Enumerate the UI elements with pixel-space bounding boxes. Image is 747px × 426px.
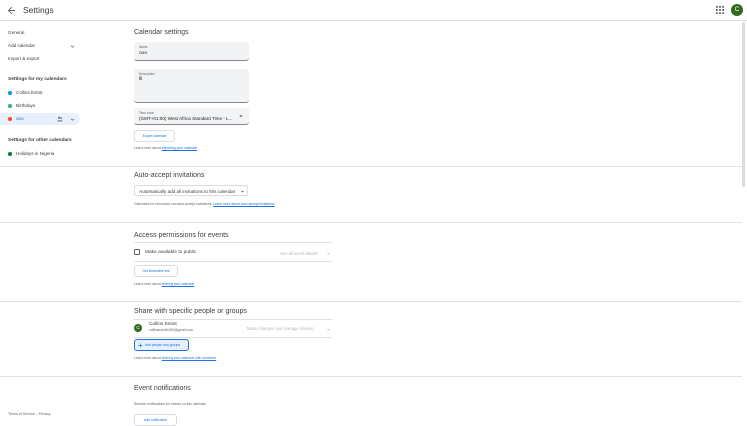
my-calendars-heading: Settings for my calendars — [8, 77, 67, 82]
share-learn-link[interactable]: sharing your calendar with someone — [162, 356, 216, 360]
sidebar-item-add-calendar[interactable]: Add calendar — [8, 43, 35, 48]
export-calendar-button[interactable]: Export calendar — [134, 130, 175, 142]
people-sharing-icon — [57, 116, 63, 122]
apps-grid-icon[interactable] — [716, 6, 724, 14]
description-field-label: Description — [139, 72, 155, 76]
calendar-name: ooo — [16, 116, 24, 121]
calendar-name: Birthdays — [16, 103, 36, 108]
export-learn-link[interactable]: exporting your calendar — [162, 146, 197, 150]
row-divider — [134, 319, 332, 320]
row-divider — [134, 261, 332, 262]
export-learn-more: Learn more about exporting your calendar — [134, 146, 197, 150]
access-learn-more: Learn more about sharing your calendar — [134, 282, 194, 286]
calendar-name: Holidays in Nigeria — [16, 151, 55, 156]
page-title: Settings — [23, 5, 54, 15]
person-avatar: C — [134, 324, 142, 332]
name-field-label: Name — [139, 45, 148, 49]
calendar-color-dot — [8, 91, 12, 95]
get-shareable-link-button[interactable]: Get shareable link — [134, 265, 178, 277]
learn-more-prefix: Learn more about — [134, 282, 162, 286]
page-scrollbar[interactable] — [742, 22, 745, 187]
name-field[interactable]: Name ooo — [134, 42, 249, 61]
timezone-value: (GMT+01:00) West Africa Standard Time - … — [139, 115, 233, 121]
person-name: Collins Estiot — [149, 322, 177, 327]
sidebar-item-general[interactable]: General — [8, 30, 24, 35]
other-calendars-heading: Settings for other calendars — [8, 138, 72, 143]
learn-more-prefix: Learn more about — [134, 146, 162, 150]
person-email: collinsestiot0150@gmail.com — [149, 328, 193, 332]
settings-sidebar: General Add calendar Import & export Set… — [0, 22, 125, 420]
dropdown-arrow-icon — [327, 328, 330, 330]
sidebar-calendar-collins-estiot[interactable]: Collins Estiot — [0, 87, 80, 99]
sidebar-item-import-export[interactable]: Import & export — [8, 56, 39, 61]
share-learn-more: Learn more about sharing your calendar w… — [134, 356, 216, 360]
back-arrow-icon[interactable] — [6, 5, 17, 16]
dropdown-arrow-icon — [241, 190, 244, 192]
auto-accept-value: Automatically add all invitations to thi… — [139, 188, 236, 194]
dropdown-arrow-icon — [327, 253, 330, 255]
add-notification-label: Add notification — [143, 418, 168, 422]
add-people-label: Add people and groups — [145, 343, 181, 347]
row-divider — [134, 242, 332, 243]
footer-links[interactable]: Terms of Service – Privacy — [8, 412, 51, 416]
sidebar-calendar-holidays-nigeria[interactable]: Holidays in Nigeria — [0, 148, 80, 160]
description-field[interactable]: Description lll — [134, 69, 249, 103]
learn-more-prefix: Learn more about — [134, 356, 162, 360]
dropdown-arrow-icon — [239, 115, 243, 118]
event-notifications-title: Event notifications — [134, 385, 191, 392]
add-people-button[interactable]: Add people and groups — [134, 339, 189, 351]
chevron-down-icon[interactable] — [70, 44, 75, 49]
make-public-label: Make available to public — [145, 250, 197, 255]
row-divider — [134, 337, 332, 338]
add-notification-button[interactable]: Add notification — [134, 414, 177, 426]
timezone-select[interactable]: Time zone (GMT+01:00) West Africa Standa… — [134, 108, 249, 125]
auto-accept-learn-link[interactable]: Learn more about auto-accept invitations — [213, 202, 274, 206]
description-field-value: lll — [139, 77, 143, 82]
section-divider — [0, 166, 742, 167]
event-notifications-subtitle: Receive notifications for events on this… — [134, 402, 206, 406]
section-divider — [0, 376, 742, 377]
calendar-color-dot — [8, 117, 12, 121]
account-avatar[interactable]: C — [731, 4, 743, 16]
section-divider — [0, 222, 742, 223]
access-learn-link[interactable]: sharing your calendar — [162, 282, 195, 286]
calendar-color-dot — [8, 152, 12, 156]
auto-accept-note-text: Calendars for resources can auto-accept … — [134, 202, 214, 206]
calendar-settings-title: Calendar settings — [134, 29, 189, 36]
chevron-down-icon[interactable] — [70, 117, 75, 122]
timezone-label: Time zone — [139, 111, 154, 115]
top-bar: Settings C — [0, 0, 747, 21]
plus-icon — [138, 343, 143, 348]
sidebar-calendar-birthdays[interactable]: Birthdays — [0, 100, 80, 112]
public-detail-select[interactable]: See all event details — [280, 251, 317, 256]
auto-accept-title: Auto-accept invitations — [134, 172, 205, 179]
make-public-checkbox[interactable] — [134, 249, 140, 255]
calendar-color-dot — [8, 104, 12, 108]
calendar-name: Collins Estiot — [16, 90, 43, 95]
sidebar-calendar-ooo[interactable]: ooo — [0, 113, 80, 125]
permission-select[interactable]: Make changes and manage sharing — [247, 326, 314, 331]
name-field-value: ooo — [139, 51, 148, 56]
auto-accept-select[interactable]: Automatically add all invitations to thi… — [134, 185, 248, 196]
section-divider — [0, 301, 742, 302]
share-people-title: Share with specific people or groups — [134, 308, 247, 315]
access-permissions-title: Access permissions for events — [134, 232, 229, 239]
auto-accept-note: Calendars for resources can auto-accept … — [134, 202, 275, 206]
